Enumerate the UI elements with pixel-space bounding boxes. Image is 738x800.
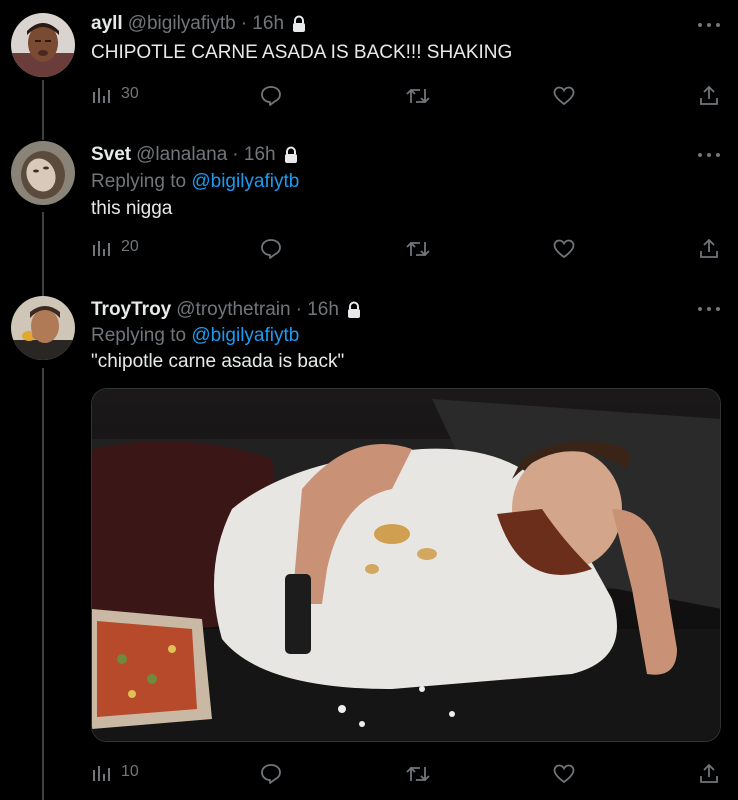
- tweet-actions: 20: [91, 237, 721, 263]
- avatar[interactable]: [11, 141, 75, 205]
- display-name[interactable]: TroyTroy: [91, 299, 171, 321]
- man-on-couch-with-pizza-image: [92, 389, 720, 741]
- tweet-text: CHIPOTLE CARNE ASADA IS BACK!!! SHAKING: [91, 42, 513, 63]
- heart-icon: [553, 239, 575, 259]
- more-dots-icon[interactable]: [698, 149, 720, 161]
- avatar-photo-icon: [11, 141, 75, 205]
- share-button[interactable]: [697, 762, 721, 786]
- retweet-button[interactable]: [405, 237, 431, 261]
- reply-button[interactable]: [259, 762, 283, 786]
- timestamp[interactable]: · 16h: [241, 13, 284, 35]
- lock-icon: [284, 146, 297, 163]
- bar-chart-icon: [93, 241, 110, 256]
- tweet-header: Svet @lanalana · 16h: [91, 144, 298, 166]
- tweet-actions: 10: [91, 762, 721, 788]
- bar-chart-icon: [93, 766, 110, 781]
- views-button[interactable]: 20: [91, 237, 139, 257]
- timestamp[interactable]: · 16h: [296, 299, 339, 321]
- views-count: 20: [121, 238, 139, 255]
- tweet-text: "chipotle carne asada is back": [91, 351, 345, 372]
- replying-to: Replying to @bigilyafiytb: [91, 171, 299, 193]
- share-upload-icon: [700, 238, 718, 258]
- retweet-icon: [406, 766, 430, 782]
- tweet-actions: 30: [91, 84, 721, 110]
- tweet[interactable]: Svet @lanalana · 16h Replying to @bigily…: [0, 125, 738, 285]
- views-count: 30: [121, 85, 139, 102]
- avatar[interactable]: [11, 296, 75, 360]
- avatar-photo-icon: [11, 13, 75, 77]
- heart-icon: [553, 764, 575, 784]
- share-upload-icon: [700, 85, 718, 105]
- lock-icon: [293, 15, 306, 32]
- retweet-icon: [406, 88, 430, 104]
- views-button[interactable]: 10: [91, 762, 139, 782]
- speech-bubble-icon: [261, 239, 281, 259]
- user-handle[interactable]: @bigilyafiytb: [128, 13, 236, 35]
- views-count: 10: [121, 763, 139, 780]
- avatar-photo-icon: [11, 296, 75, 360]
- tweet-header: TroyTroy @troythetrain · 16h: [91, 299, 361, 321]
- speech-bubble-icon: [261, 86, 281, 106]
- share-upload-icon: [700, 763, 718, 783]
- share-button[interactable]: [697, 237, 721, 261]
- display-name[interactable]: ayll: [91, 13, 123, 35]
- like-button[interactable]: [552, 762, 576, 786]
- replying-to: Replying to @bigilyafiytb: [91, 325, 299, 347]
- retweet-icon: [406, 241, 430, 257]
- views-button[interactable]: 30: [91, 84, 139, 104]
- reply-button[interactable]: [259, 237, 283, 261]
- tweet-text: this nigga: [91, 198, 173, 219]
- tweet[interactable]: ayll @bigilyafiytb · 16h CHIPOTLE CARNE …: [0, 0, 738, 125]
- replying-to-label: Replying to: [91, 325, 187, 346]
- lock-icon: [347, 301, 360, 318]
- retweet-button[interactable]: [405, 84, 431, 108]
- replying-to-label: Replying to: [91, 171, 187, 192]
- share-button[interactable]: [697, 84, 721, 108]
- user-handle[interactable]: @troythetrain: [176, 299, 290, 321]
- mention-link[interactable]: @bigilyafiytb: [191, 325, 299, 346]
- display-name[interactable]: Svet: [91, 144, 131, 166]
- bar-chart-icon: [93, 88, 110, 103]
- like-button[interactable]: [552, 84, 576, 108]
- heart-icon: [553, 86, 575, 106]
- avatar[interactable]: [11, 13, 75, 77]
- tweet-header: ayll @bigilyafiytb · 16h: [91, 13, 306, 35]
- tweet-media-image[interactable]: [91, 388, 721, 742]
- user-handle[interactable]: @lanalana: [136, 144, 227, 166]
- retweet-button[interactable]: [405, 762, 431, 786]
- more-dots-icon[interactable]: [698, 19, 720, 31]
- speech-bubble-icon: [261, 764, 281, 784]
- mention-link[interactable]: @bigilyafiytb: [191, 171, 299, 192]
- more-dots-icon[interactable]: [698, 303, 720, 315]
- timestamp[interactable]: · 16h: [232, 144, 275, 166]
- reply-button[interactable]: [259, 84, 283, 108]
- like-button[interactable]: [552, 237, 576, 261]
